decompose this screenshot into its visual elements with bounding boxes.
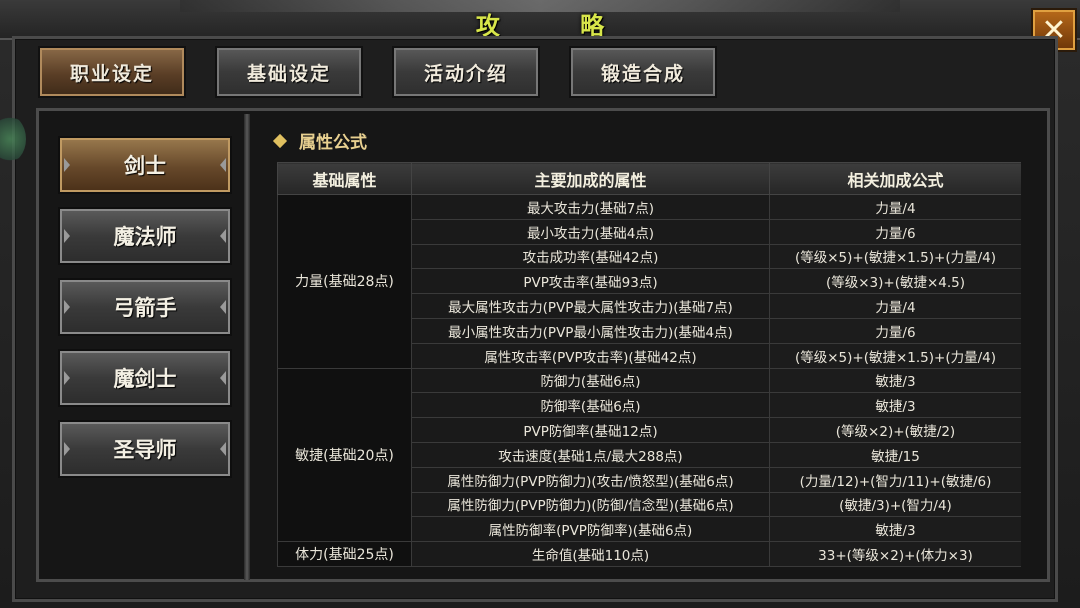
formula-table: 基础属性 主要加成的属性 相关加成公式 力量(基础28点) 最大攻击力(基础7点)…	[277, 162, 1021, 567]
base-attribute-cell: 力量(基础28点)	[277, 194, 412, 369]
formula-cell: (敏捷/3)+(智力/4)	[769, 491, 1021, 518]
role-list: 剑士 魔法师 弓箭手 魔剑士 圣导师	[40, 114, 246, 580]
formula-cell: 敏捷/3	[769, 367, 1021, 394]
ornament-left-icon	[64, 442, 72, 456]
bonus-attribute-cell: 防御力(基础6点)	[411, 367, 770, 394]
bonus-attribute-cell: 攻击成功率(基础42点)	[411, 243, 770, 270]
section-title: 属性公式	[299, 133, 367, 153]
diamond-bullet-icon	[272, 133, 288, 148]
formula-cell: (等级×2)+(敏捷/2)	[769, 417, 1021, 443]
formula-cell: 33+(等级×2)+(体力×3)	[769, 541, 1021, 567]
formula-cell: 力量/6	[769, 218, 1021, 245]
table-row: 力量(基础28点) 最大攻击力(基础7点) 力量/4	[277, 194, 1021, 369]
role-button-mage[interactable]: 魔法师	[58, 207, 232, 265]
role-label: 剑士	[124, 154, 166, 178]
role-label: 魔法师	[113, 225, 177, 249]
formula-cell: (等级×5)+(敏捷×1.5)+(力量/4)	[769, 342, 1021, 369]
formula-cell: (等级×5)+(敏捷×1.5)+(力量/4)	[769, 243, 1021, 270]
ornament-left-icon	[64, 158, 72, 172]
role-button-archer[interactable]: 弓箭手	[58, 278, 232, 336]
ornament-left-icon	[64, 300, 72, 314]
formula-cell: (力量/12)+(智力/11)+(敏捷/6)	[769, 466, 1021, 493]
ornament-right-icon	[218, 371, 226, 385]
section-header: 属性公式	[272, 128, 367, 153]
ornament-left-icon	[64, 229, 72, 243]
tab-basic-settings[interactable]: 基础设定	[215, 46, 363, 98]
bonus-attribute-cell: PVP攻击率(基础93点)	[411, 268, 770, 295]
bonus-attribute-cell: 最大属性攻击力(PVP最大属性攻击力)(基础7点)	[411, 293, 770, 319]
bonus-attribute-cell: 属性防御力(PVP防御力)(防御/信念型)(基础6点)	[411, 491, 770, 518]
header-base-attr: 基础属性	[277, 162, 412, 195]
header-main-attr: 主要加成的属性	[411, 162, 770, 195]
formula-cell: 敏捷/15	[769, 441, 1021, 468]
formula-cell: 力量/6	[769, 317, 1021, 344]
header-formula: 相关加成公式	[769, 162, 1021, 195]
role-button-dark-lord[interactable]: 圣导师	[58, 420, 232, 478]
panel-divider	[244, 114, 250, 580]
formula-cell: 敏捷/3	[769, 516, 1021, 543]
formula-cell: 力量/4	[769, 194, 1021, 220]
formula-cell: 力量/4	[769, 293, 1021, 319]
bonus-attribute-cell: 生命值(基础110点)	[411, 541, 770, 567]
table-header-row: 基础属性 主要加成的属性 相关加成公式	[277, 162, 1021, 195]
ornament-right-icon	[218, 229, 226, 243]
bonus-attribute-cell: PVP防御率(基础12点)	[411, 417, 770, 443]
role-label: 圣导师	[113, 438, 177, 462]
bonus-attribute-cell: 最小攻击力(基础4点)	[411, 218, 770, 245]
base-attribute-cell: 体力(基础25点)	[277, 541, 412, 567]
bonus-attribute-cell: 属性防御率(PVP防御率)(基础6点)	[411, 516, 770, 543]
formula-cell: 敏捷/3	[769, 392, 1021, 419]
role-button-swordsman[interactable]: 剑士	[58, 136, 232, 194]
table-row: 敏捷(基础20点) 防御力(基础6点) 敏捷/3	[277, 367, 1021, 543]
bonus-attribute-cell: 攻击速度(基础1点/最大288点)	[411, 441, 770, 468]
ornament-right-icon	[218, 442, 226, 456]
bonus-attribute-cell: 防御率(基础6点)	[411, 392, 770, 419]
bonus-attribute-cell: 最大攻击力(基础7点)	[411, 194, 770, 220]
role-label: 弓箭手	[113, 296, 177, 320]
base-attribute-cell: 敏捷(基础20点)	[277, 367, 412, 543]
table-row: 体力(基础25点) 生命值(基础110点) 33+(等级×2)+(体力×3)	[277, 541, 1021, 567]
bonus-attribute-cell: 属性攻击率(PVP攻击率)(基础42点)	[411, 342, 770, 369]
ornament-right-icon	[218, 158, 226, 172]
formula-cell: (等级×3)+(敏捷×4.5)	[769, 268, 1021, 295]
bonus-attribute-cell: 最小属性攻击力(PVP最小属性攻击力)(基础4点)	[411, 317, 770, 344]
tab-forging[interactable]: 锻造合成	[569, 46, 717, 98]
ornament-left-icon	[64, 371, 72, 385]
tab-job-settings[interactable]: 职业设定	[38, 46, 186, 98]
bonus-attribute-cell: 属性防御力(PVP防御力)(攻击/愤怒型)(基础6点)	[411, 466, 770, 493]
ornament-right-icon	[218, 300, 226, 314]
tab-event-intro[interactable]: 活动介绍	[392, 46, 540, 98]
formula-table-container[interactable]: 基础属性 主要加成的属性 相关加成公式 力量(基础28点) 最大攻击力(基础7点)…	[277, 162, 1021, 576]
role-button-magic-gladiator[interactable]: 魔剑士	[58, 349, 232, 407]
role-label: 魔剑士	[113, 367, 177, 391]
